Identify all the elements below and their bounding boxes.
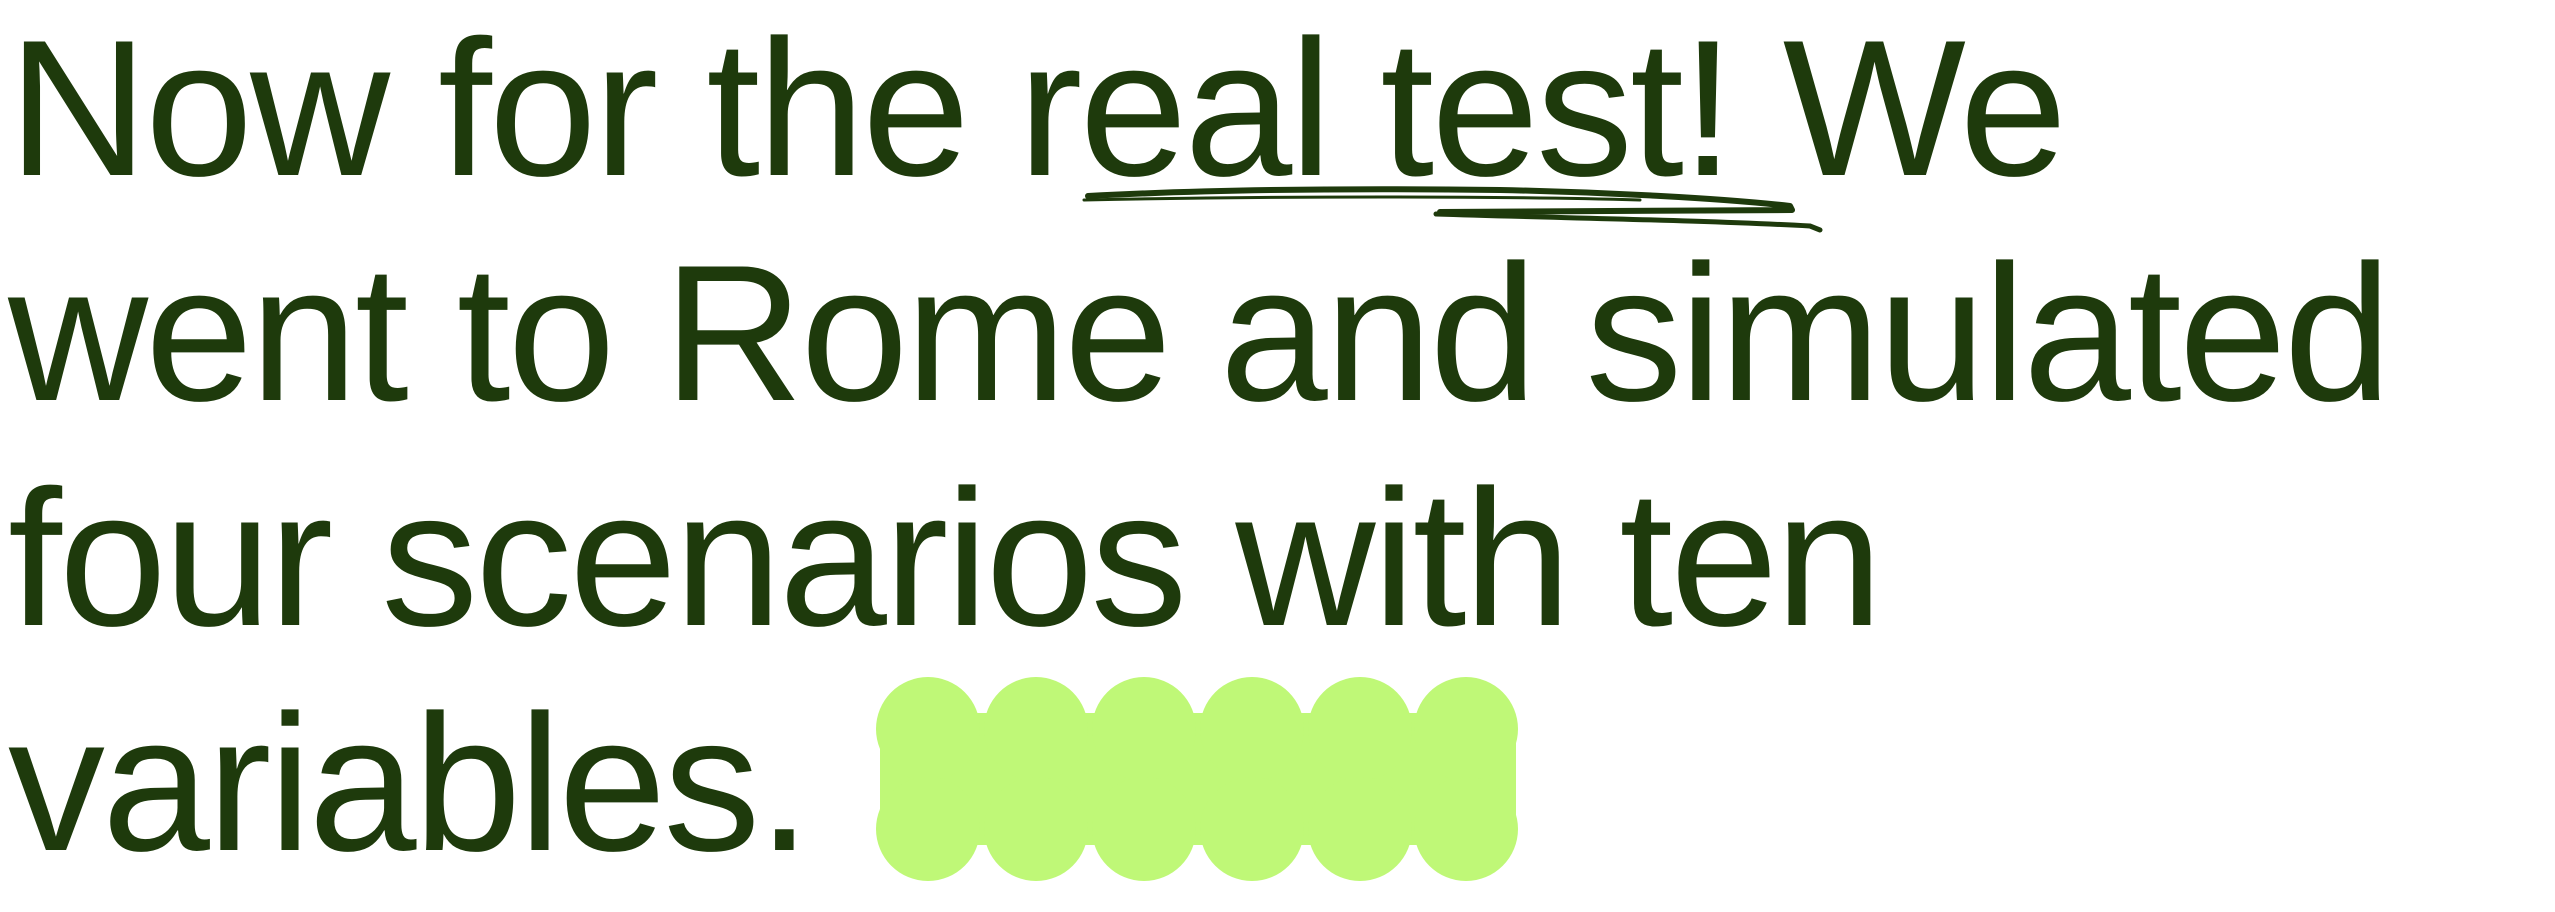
headline-line-3: four scenarios with ten [8,450,1883,667]
headline-line-4: variables. [8,675,811,892]
headline-line-2: went to Rome and simulated [8,225,2392,442]
hand-drawn-underline-scribble [1082,186,1823,233]
underline-stroke-2 [1433,211,1823,233]
underline-stroke-3 [1082,195,1642,202]
green-highlight-blob [876,677,1518,881]
underline-stroke [1085,186,1795,215]
